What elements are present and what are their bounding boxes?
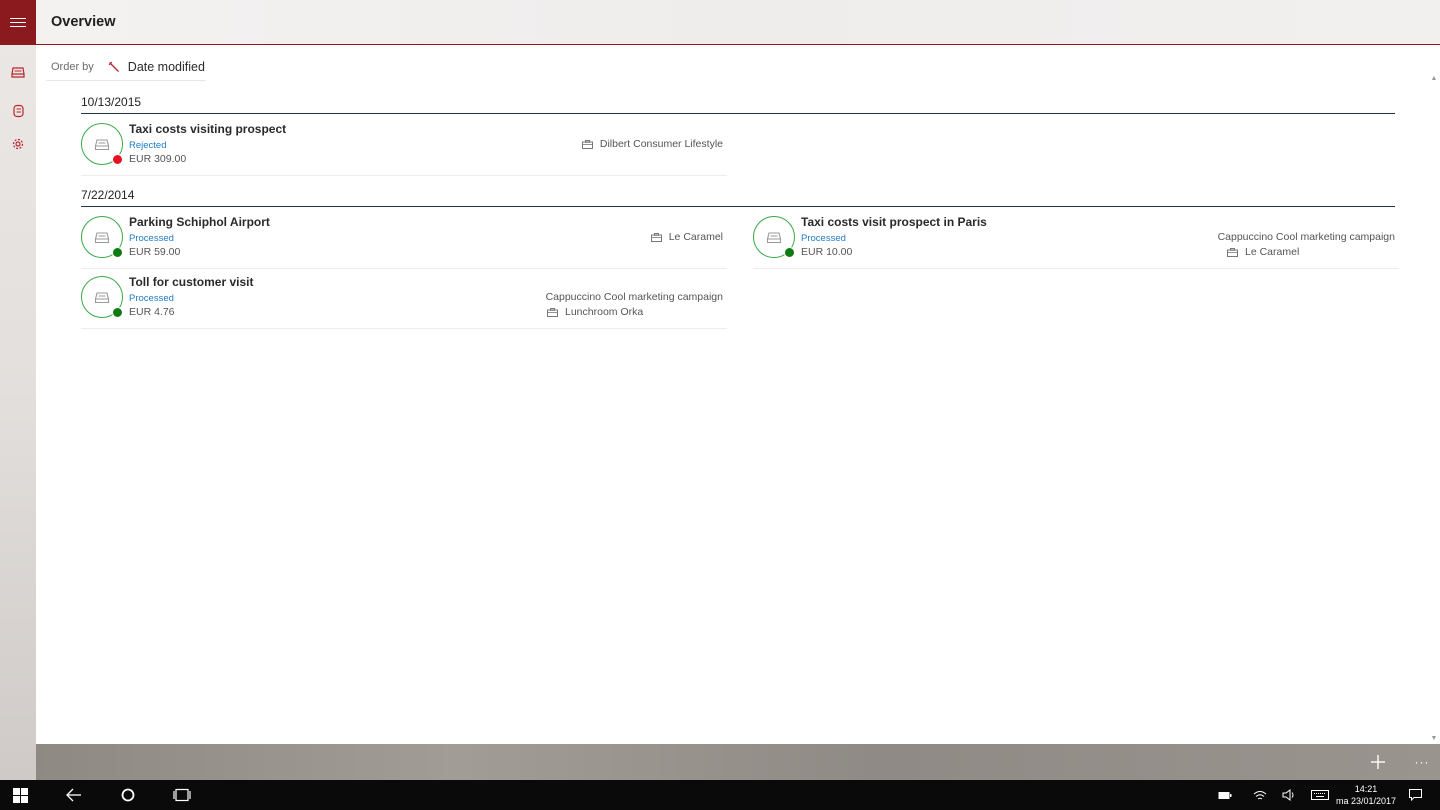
expense-status: Processed xyxy=(129,233,174,244)
briefcase-icon xyxy=(1227,247,1238,257)
expense-status: Processed xyxy=(129,293,174,304)
expense-amount: EUR 4.76 xyxy=(129,306,175,318)
status-dot xyxy=(784,247,795,258)
scroll-down-arrow[interactable]: ▼ xyxy=(1430,735,1438,743)
taskbar: 14:21 ma 23/01/2017 xyxy=(0,780,1440,810)
receipt-icon xyxy=(94,231,110,243)
briefcase-icon xyxy=(650,232,662,242)
keyboard-icon xyxy=(1311,790,1329,800)
navigation-pane xyxy=(0,0,36,780)
expense-location: Dilbert Consumer Lifestyle xyxy=(581,138,723,150)
more-button[interactable]: ··· xyxy=(1408,748,1436,776)
location-name: Le Caramel xyxy=(1245,246,1300,258)
expense-item[interactable]: Taxi costs visiting prospect Rejected EU… xyxy=(81,116,727,176)
wifi-icon xyxy=(1253,790,1267,799)
plus-icon xyxy=(1371,755,1385,769)
clock-date: ma 23/01/2017 xyxy=(1335,796,1396,806)
keyboard-button[interactable] xyxy=(1305,780,1335,810)
page-title: Overview xyxy=(51,14,116,30)
battery-button[interactable] xyxy=(1210,780,1240,810)
location-name: Lunchroom Orka xyxy=(565,306,644,318)
task-view-button[interactable] xyxy=(162,780,202,810)
task-view-icon xyxy=(173,788,191,802)
order-by-button[interactable]: Date modified xyxy=(108,60,205,74)
expense-item[interactable]: Toll for customer visit Processed EUR 4.… xyxy=(81,269,727,329)
order-by-value: Date modified xyxy=(127,59,205,74)
expense-status: Processed xyxy=(801,233,846,244)
receipt-icon xyxy=(94,291,110,303)
expense-title: Toll for customer visit xyxy=(129,275,254,289)
expense-report-icon xyxy=(12,104,24,118)
cortana-button[interactable] xyxy=(108,780,148,810)
back-arrow-icon xyxy=(66,788,81,802)
expense-location: Lunchroom Orka xyxy=(547,306,723,318)
expense-project: Cappuccino Cool marketing campaign xyxy=(546,291,723,303)
expense-amount: EUR 10.00 xyxy=(801,246,853,258)
expense-reports-nav-button[interactable] xyxy=(0,96,36,126)
briefcase-icon xyxy=(581,139,593,149)
cortana-icon xyxy=(121,788,135,802)
receipt-icon xyxy=(94,138,110,150)
expense-location: Le Caramel xyxy=(1227,246,1395,258)
scroll-up-arrow[interactable]: ▲ xyxy=(1430,75,1438,83)
notification-icon xyxy=(1408,789,1422,801)
order-by-bar: Order by Date modified xyxy=(46,53,206,81)
project-name: Cappuccino Cool marketing campaign xyxy=(1217,231,1395,243)
title-bar: Overview xyxy=(36,0,1440,45)
volume-button[interactable] xyxy=(1274,780,1304,810)
start-button[interactable] xyxy=(0,780,40,810)
windows-logo-icon xyxy=(12,787,28,803)
order-by-label: Order by xyxy=(51,60,94,73)
date-group-header: 7/22/2014 xyxy=(81,187,1395,207)
clock-time: 14:21 xyxy=(1354,784,1378,794)
clock[interactable]: 14:21 ma 23/01/2017 xyxy=(1336,783,1396,807)
expense-amount: EUR 59.00 xyxy=(129,246,181,258)
expense-title: Parking Schiphol Airport xyxy=(129,215,270,229)
expense-item[interactable]: Parking Schiphol Airport Processed EUR 5… xyxy=(81,209,727,269)
location-name: Dilbert Consumer Lifestyle xyxy=(599,138,723,150)
settings-nav-button[interactable] xyxy=(0,129,36,159)
group-date: 7/22/2014 xyxy=(81,188,135,202)
expense-item[interactable]: Taxi costs visit prospect in Paris Proce… xyxy=(753,209,1399,269)
project-name: Cappuccino Cool marketing campaign xyxy=(545,291,723,303)
status-dot xyxy=(112,307,123,318)
status-dot xyxy=(112,247,123,258)
expense-amount: EUR 309.00 xyxy=(129,153,187,165)
receipts-nav-button[interactable] xyxy=(0,57,36,87)
hamburger-icon xyxy=(10,17,26,28)
hamburger-menu-button[interactable] xyxy=(0,0,36,45)
main-content: ▲ ▼ Order by Date modified 10/13/2015 Ta… xyxy=(36,45,1440,744)
gear-icon xyxy=(12,138,24,150)
briefcase-icon xyxy=(547,307,558,317)
group-date: 10/13/2015 xyxy=(81,95,142,109)
command-bar: ··· xyxy=(36,744,1440,780)
speaker-icon xyxy=(1282,789,1294,801)
add-button[interactable] xyxy=(1364,748,1392,776)
status-dot xyxy=(112,154,123,165)
expense-title: Taxi costs visiting prospect xyxy=(129,122,287,136)
expense-project: Cappuccino Cool marketing campaign xyxy=(1218,231,1395,243)
pencil-icon xyxy=(108,61,119,72)
expense-title: Taxi costs visit prospect in Paris xyxy=(801,215,987,229)
expense-location: Le Caramel xyxy=(650,231,723,243)
battery-icon xyxy=(1218,791,1232,799)
action-center-button[interactable] xyxy=(1400,780,1430,810)
date-group-header: 10/13/2015 xyxy=(81,94,1395,114)
back-button[interactable] xyxy=(54,780,94,810)
receipt-icon xyxy=(11,67,25,78)
location-name: Le Caramel xyxy=(668,231,723,243)
expense-status: Rejected xyxy=(129,140,167,151)
network-button[interactable] xyxy=(1245,780,1275,810)
receipt-icon xyxy=(766,231,782,243)
